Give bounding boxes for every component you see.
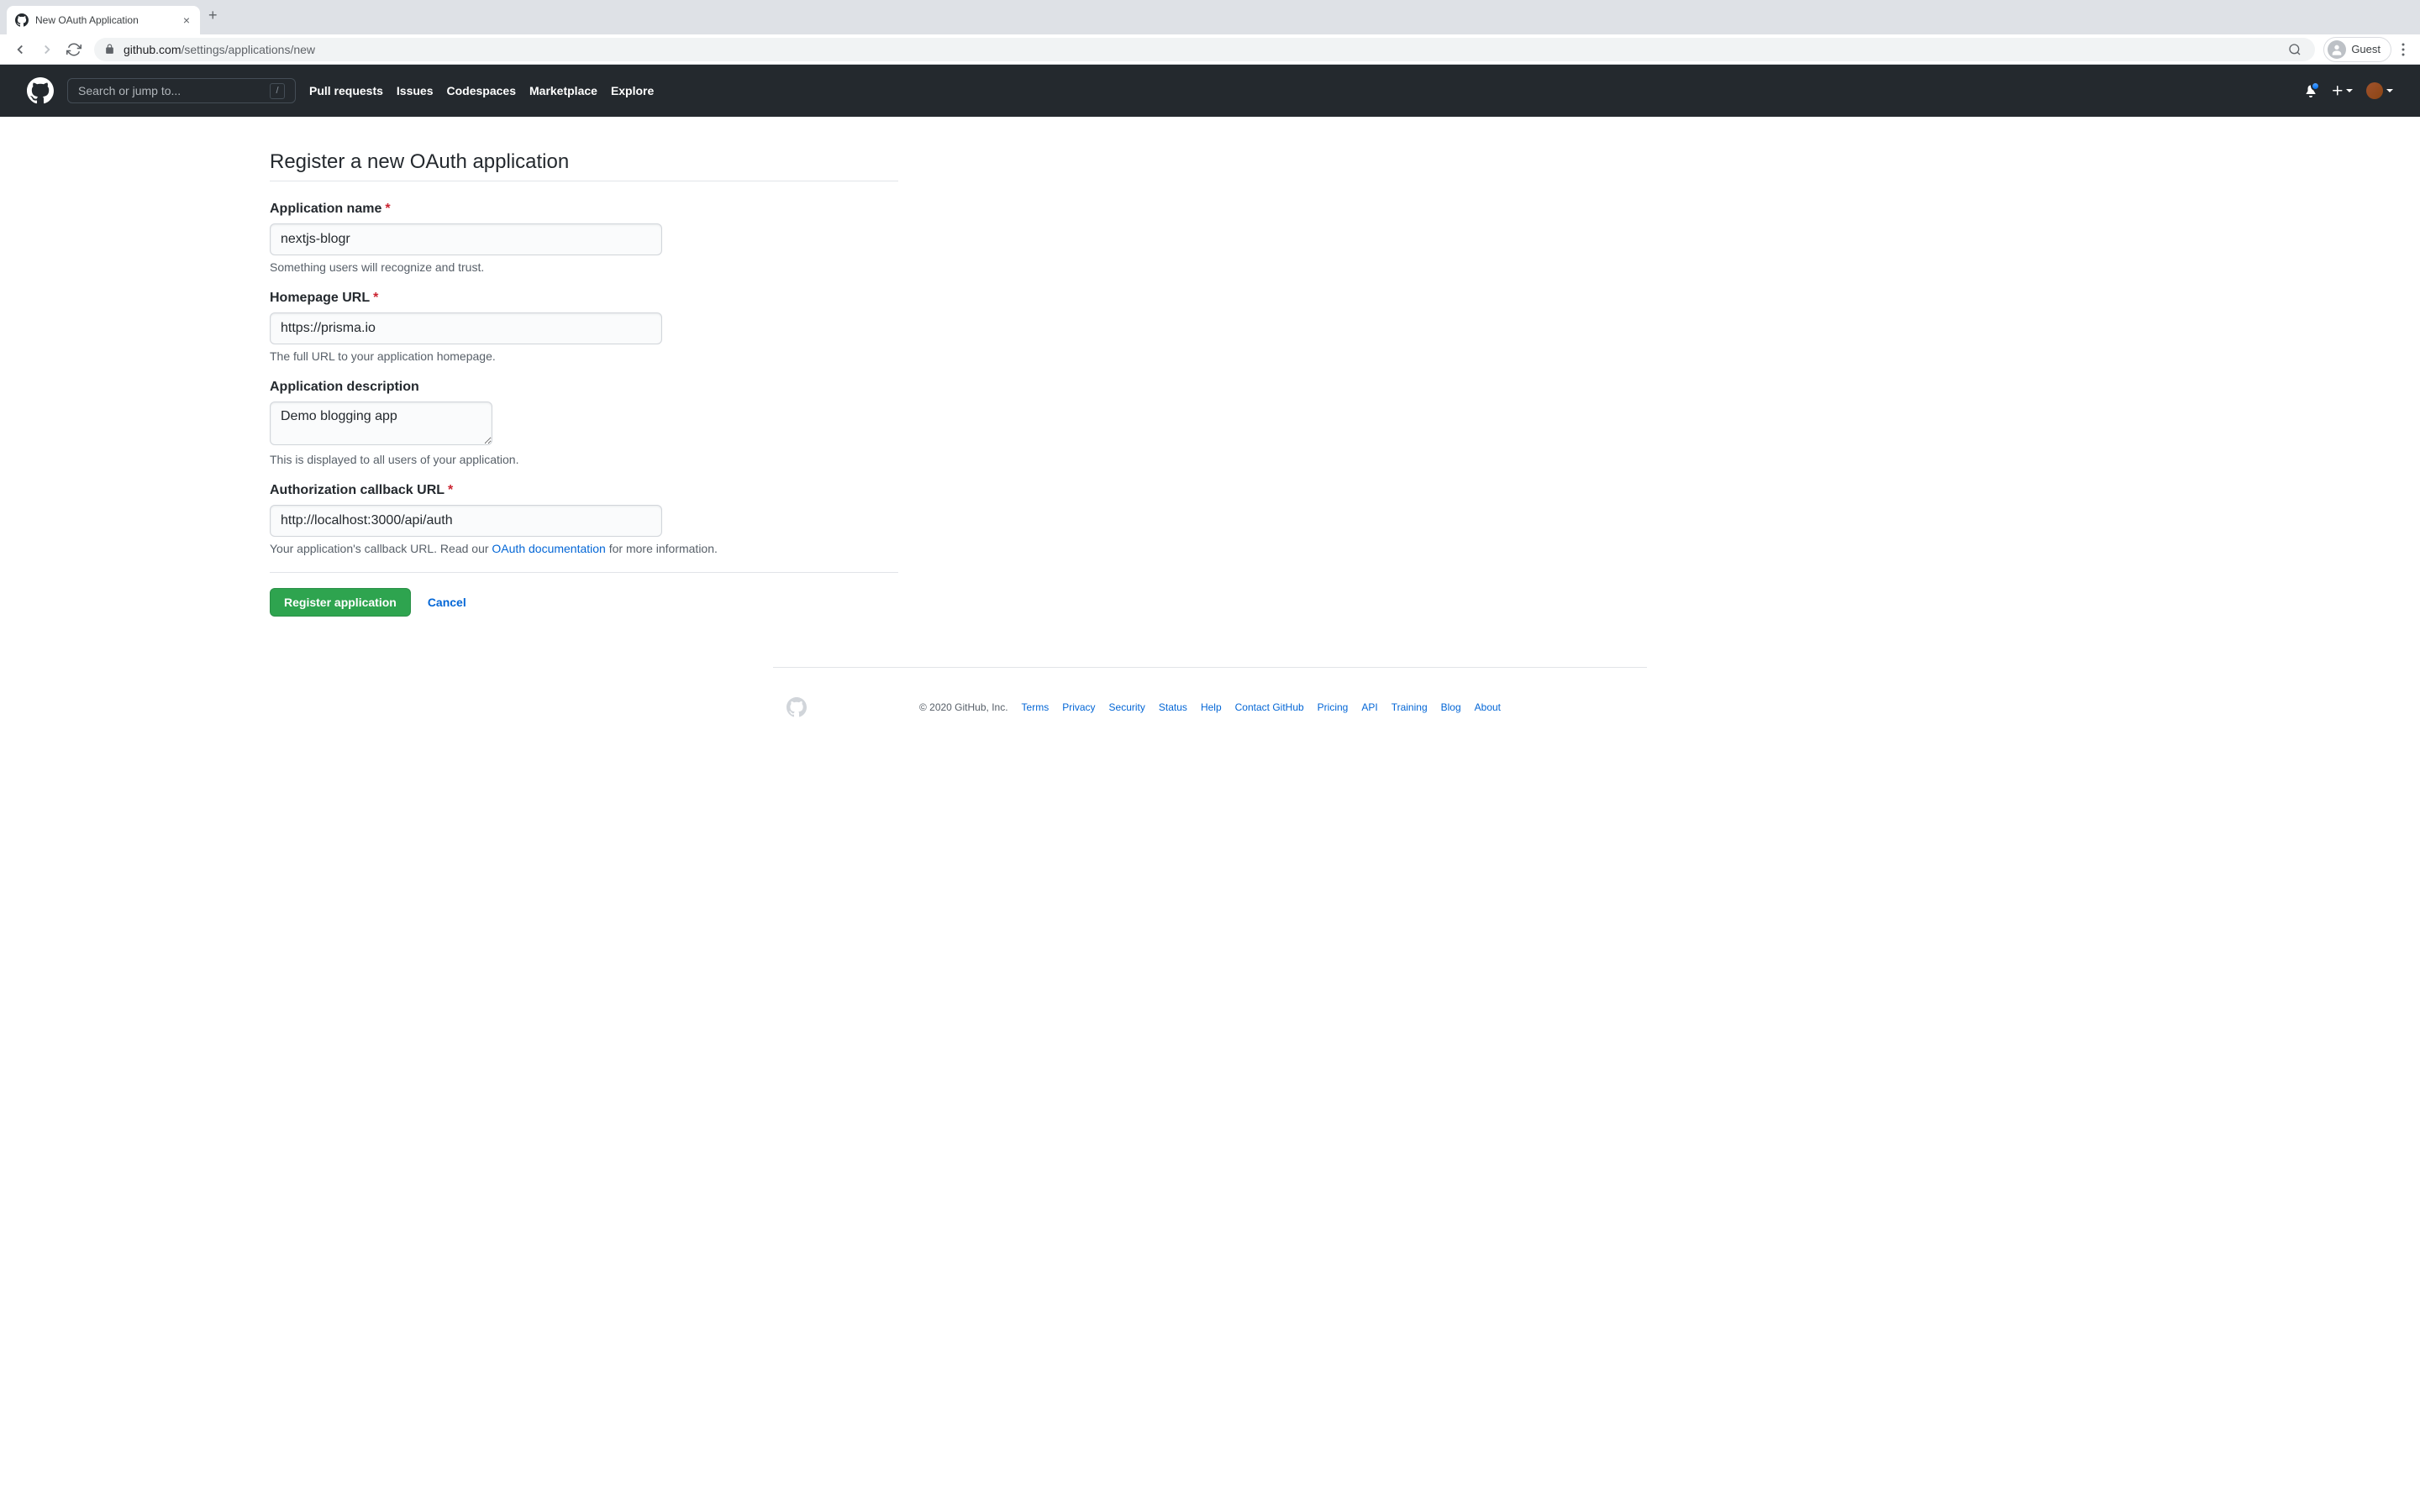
field-app-name: Application name* Something users will r… — [270, 202, 898, 274]
lock-icon — [104, 44, 115, 55]
slash-key-icon: / — [270, 83, 285, 99]
homepage-url-hint: The full URL to your application homepag… — [270, 349, 898, 363]
browser-tab-strip: New OAuth Application × + — [0, 0, 2420, 34]
url-text: github.com/settings/applications/new — [124, 43, 315, 56]
nav-marketplace[interactable]: Marketplace — [529, 84, 597, 97]
new-tab-button[interactable]: + — [200, 2, 226, 29]
github-logo[interactable] — [27, 77, 54, 104]
github-header: / Pull requests Issues Codespaces Market… — [0, 65, 2420, 117]
footer-link-terms[interactable]: Terms — [1022, 701, 1050, 713]
reload-button[interactable] — [62, 38, 86, 61]
homepage-url-label: Homepage URL* — [270, 291, 898, 306]
nav-codespaces[interactable]: Codespaces — [447, 84, 516, 97]
required-asterisk: * — [448, 483, 453, 497]
footer-link-contact[interactable]: Contact GitHub — [1235, 701, 1304, 713]
app-name-label: Application name* — [270, 202, 898, 217]
back-button[interactable] — [8, 38, 32, 61]
footer-link-security[interactable]: Security — [1109, 701, 1145, 713]
form-actions: Register application Cancel — [270, 572, 898, 617]
footer-link-privacy[interactable]: Privacy — [1062, 701, 1095, 713]
user-avatar — [2366, 82, 2383, 99]
oauth-form: Application name* Something users will r… — [270, 202, 898, 617]
homepage-url-input[interactable] — [270, 312, 662, 344]
caret-down-icon — [2386, 89, 2393, 92]
description-label: Application description — [270, 380, 898, 395]
tab-title: New OAuth Application — [35, 14, 175, 26]
page-title: Register a new OAuth application — [270, 150, 898, 181]
user-menu-dropdown[interactable] — [2366, 82, 2393, 99]
required-asterisk: * — [373, 291, 378, 305]
browser-tab[interactable]: New OAuth Application × — [7, 6, 200, 34]
nav-issues[interactable]: Issues — [397, 84, 434, 97]
footer-link-about[interactable]: About — [1475, 701, 1501, 713]
notification-dot-icon — [2311, 81, 2320, 91]
callback-url-label: Authorization callback URL* — [270, 483, 898, 498]
search-input[interactable] — [78, 84, 263, 97]
oauth-docs-link[interactable]: OAuth documentation — [492, 542, 605, 555]
footer-copyright: © 2020 GitHub, Inc. — [919, 701, 1008, 713]
footer: © 2020 GitHub, Inc. Terms Privacy Securi… — [773, 667, 1647, 747]
footer-link-blog[interactable]: Blog — [1441, 701, 1461, 713]
app-name-input[interactable] — [270, 223, 662, 255]
zoom-icon[interactable] — [2285, 39, 2305, 60]
footer-link-help[interactable]: Help — [1201, 701, 1222, 713]
callback-url-hint: Your application's callback URL. Read ou… — [270, 542, 898, 555]
profile-badge[interactable]: Guest — [2323, 37, 2391, 62]
github-favicon — [15, 13, 29, 27]
address-bar[interactable]: github.com/settings/applications/new — [94, 38, 2315, 61]
tab-close-icon[interactable]: × — [182, 12, 192, 29]
guest-avatar-icon — [2328, 40, 2346, 59]
notifications-button[interactable] — [2304, 84, 2317, 97]
footer-link-pricing[interactable]: Pricing — [1318, 701, 1349, 713]
primary-nav: Pull requests Issues Codespaces Marketpl… — [309, 84, 654, 97]
required-asterisk: * — [385, 202, 390, 216]
field-description: Application description Demo blogging ap… — [270, 380, 898, 466]
footer-link-training[interactable]: Training — [1392, 701, 1428, 713]
search-container[interactable]: / — [67, 78, 296, 103]
main-content: Register a new OAuth application Applica… — [256, 117, 912, 617]
guest-label: Guest — [2351, 43, 2381, 55]
cancel-link[interactable]: Cancel — [428, 596, 466, 609]
browser-toolbar: github.com/settings/applications/new Gue… — [0, 34, 2420, 65]
app-name-hint: Something users will recognize and trust… — [270, 260, 898, 274]
footer-link-status[interactable]: Status — [1159, 701, 1187, 713]
nav-pull-requests[interactable]: Pull requests — [309, 84, 383, 97]
field-homepage-url: Homepage URL* The full URL to your appli… — [270, 291, 898, 363]
forward-button[interactable] — [35, 38, 59, 61]
footer-link-api[interactable]: API — [1361, 701, 1377, 713]
nav-explore[interactable]: Explore — [611, 84, 654, 97]
callback-url-input[interactable] — [270, 505, 662, 537]
register-button[interactable]: Register application — [270, 588, 411, 617]
footer-github-icon[interactable] — [786, 697, 807, 717]
browser-menu-icon[interactable] — [2395, 39, 2412, 60]
field-callback-url: Authorization callback URL* Your applica… — [270, 483, 898, 555]
caret-down-icon — [2346, 89, 2353, 92]
description-hint: This is displayed to all users of your a… — [270, 453, 898, 466]
description-input[interactable]: Demo blogging app — [270, 402, 492, 445]
create-new-dropdown[interactable] — [2331, 84, 2353, 97]
